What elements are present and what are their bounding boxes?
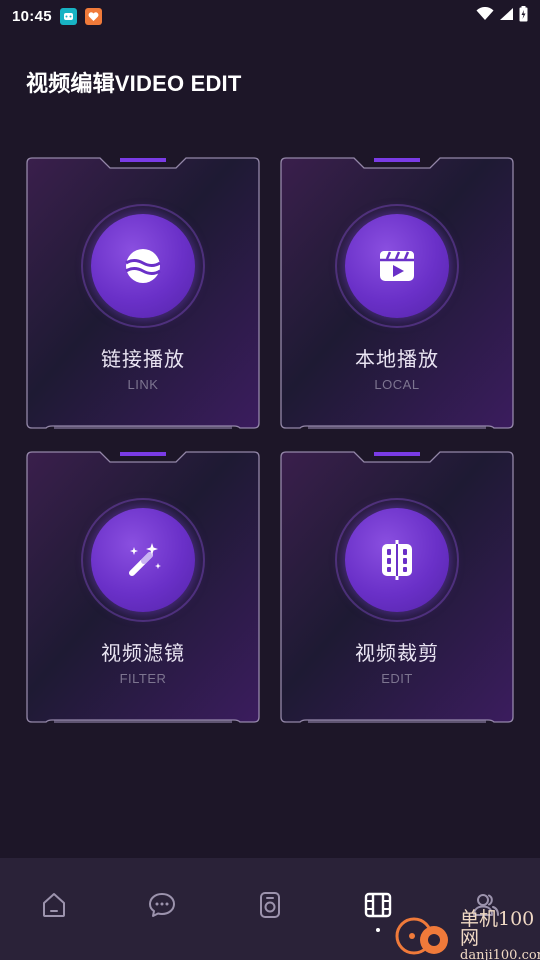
system-status — [476, 5, 528, 27]
card-title: 本地播放 — [355, 349, 439, 371]
page-title: 视频编辑VIDEO EDIT — [26, 71, 242, 96]
wifi-icon — [476, 6, 494, 26]
planet-icon — [91, 214, 195, 318]
watermark: 单机100网 danji100.com — [392, 907, 540, 960]
watermark-sub: danji100.com — [460, 947, 540, 960]
game-controller-icon — [59, 7, 77, 25]
video-clapper-icon — [345, 214, 449, 318]
card-video-filter[interactable]: 视频滤镜 FILTER — [26, 451, 260, 725]
card-title: 视频滤镜 — [101, 643, 185, 665]
watermark-text: 单机100网 — [460, 907, 535, 949]
card-title: 链接播放 — [101, 349, 185, 371]
battery-icon — [519, 5, 528, 27]
nav-home[interactable] — [0, 858, 108, 938]
magic-wand-icon — [91, 508, 195, 612]
card-subtitle: FILTER — [119, 671, 167, 686]
card-local-play[interactable]: 本地播放 LOCAL — [280, 157, 514, 431]
card-orb — [81, 498, 205, 622]
card-link-play[interactable]: 链接播放 LINK — [26, 157, 260, 431]
active-indicator — [376, 928, 380, 932]
card-subtitle: EDIT — [381, 671, 413, 686]
card-title: 视频裁剪 — [355, 643, 439, 665]
cellular-signal-icon — [499, 7, 514, 26]
card-orb — [81, 204, 205, 328]
speaker-icon — [255, 890, 285, 925]
card-subtitle: LINK — [127, 377, 159, 392]
card-orb — [335, 498, 459, 622]
card-subtitle: LOCAL — [374, 377, 420, 392]
film-cut-icon — [345, 508, 449, 612]
heart-app-icon — [84, 7, 102, 25]
film-icon — [363, 890, 393, 925]
card-video-edit[interactable]: 视频裁剪 EDIT — [280, 451, 514, 725]
nav-speaker[interactable] — [216, 858, 324, 938]
card-orb — [335, 204, 459, 328]
nav-chat[interactable] — [108, 858, 216, 938]
chat-bubble-icon — [147, 890, 177, 925]
home-icon — [39, 890, 69, 925]
status-time: 10:45 — [12, 7, 52, 25]
status-bar: 10:45 — [0, 0, 540, 32]
danji-logo-icon — [392, 912, 454, 960]
